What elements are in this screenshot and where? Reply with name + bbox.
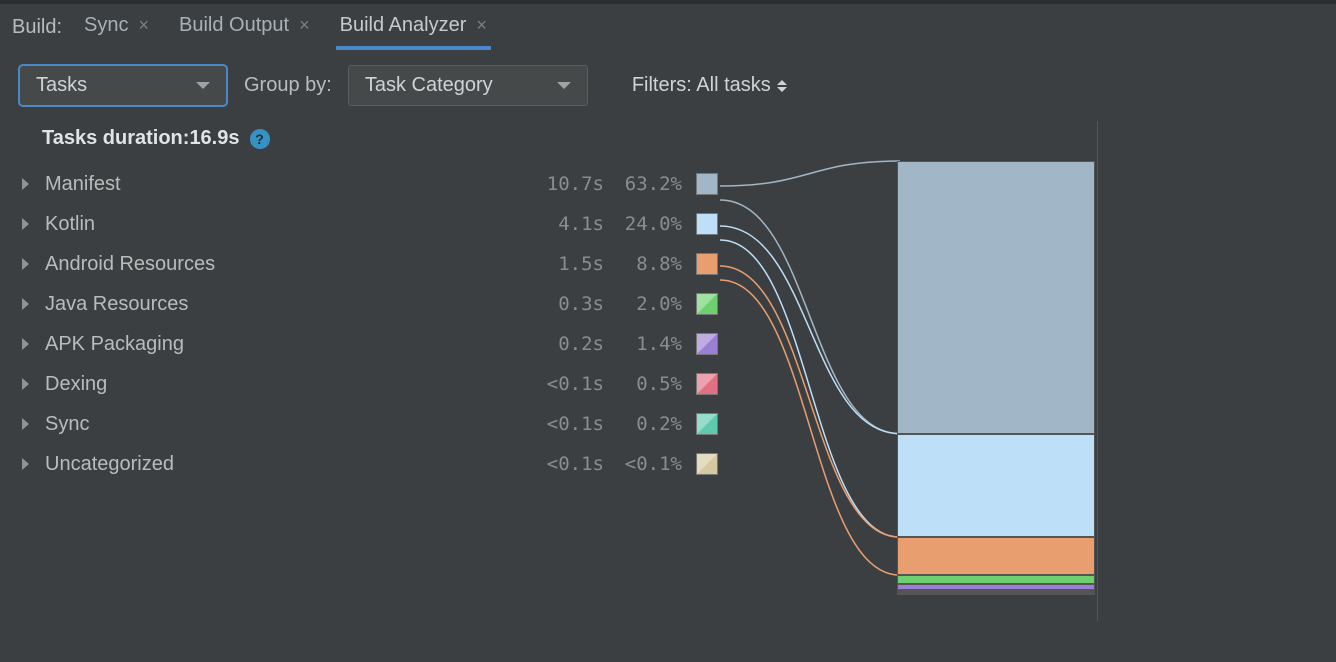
chevron-right-icon[interactable] xyxy=(22,298,29,310)
stack-segment xyxy=(897,537,1095,575)
task-row[interactable]: Kotlin4.1s24.0% xyxy=(18,204,718,244)
task-percent: 24.0% xyxy=(604,213,682,235)
view-dropdown[interactable]: Tasks xyxy=(18,64,228,107)
task-name: Kotlin xyxy=(45,213,528,236)
task-duration: 0.2s xyxy=(528,333,604,355)
chevron-right-icon[interactable] xyxy=(22,378,29,390)
help-icon[interactable]: ? xyxy=(250,129,270,149)
view-dropdown-label: Tasks xyxy=(36,74,87,97)
color-swatch xyxy=(696,253,718,275)
chevron-right-icon[interactable] xyxy=(22,178,29,190)
task-name: Sync xyxy=(45,413,528,436)
connector-line xyxy=(720,161,900,434)
task-duration: 10.7s xyxy=(528,173,604,195)
tab-sync[interactable]: Sync × xyxy=(80,4,153,50)
color-swatch xyxy=(696,453,718,475)
group-by-dropdown[interactable]: Task Category xyxy=(348,65,588,106)
tab-label: Sync xyxy=(84,14,128,37)
stacked-bar xyxy=(897,161,1095,593)
task-percent: 1.4% xyxy=(604,333,682,355)
color-swatch xyxy=(696,333,718,355)
chevron-right-icon[interactable] xyxy=(22,258,29,270)
tab-build-analyzer[interactable]: Build Analyzer × xyxy=(336,4,491,50)
task-name: Uncategorized xyxy=(45,453,528,476)
tabs-bar: Build: Sync × Build Output × Build Analyzer × xyxy=(0,0,1336,50)
task-row[interactable]: Sync<0.1s0.2% xyxy=(18,404,718,444)
chevron-right-icon[interactable] xyxy=(22,218,29,230)
color-swatch xyxy=(696,173,718,195)
stack-segment xyxy=(897,161,1095,434)
close-icon[interactable]: × xyxy=(299,15,310,36)
task-duration: 4.1s xyxy=(528,213,604,235)
color-swatch xyxy=(696,373,718,395)
task-duration: 1.5s xyxy=(528,253,604,275)
chevron-down-icon xyxy=(196,82,210,89)
task-percent: <0.1% xyxy=(604,453,682,475)
color-swatch xyxy=(696,213,718,235)
stack-segment xyxy=(897,593,1095,595)
color-swatch xyxy=(696,293,718,315)
close-icon[interactable]: × xyxy=(476,15,487,36)
main-panel: Tasks duration: 16.9s ? Manifest10.7s63.… xyxy=(0,121,1336,621)
tab-label: Build Analyzer xyxy=(340,14,467,37)
task-name: Android Resources xyxy=(45,253,528,276)
task-list: Manifest10.7s63.2%Kotlin4.1s24.0%Android… xyxy=(18,164,718,484)
chevron-right-icon[interactable] xyxy=(22,418,29,430)
task-row[interactable]: Uncategorized<0.1s<0.1% xyxy=(18,444,718,484)
task-name: Dexing xyxy=(45,373,528,396)
chevron-right-icon[interactable] xyxy=(22,338,29,350)
toolbar: Tasks Group by: Task Category Filters: A… xyxy=(0,50,1336,121)
task-name: APK Packaging xyxy=(45,333,528,356)
duration-total: 16.9s xyxy=(189,127,239,150)
group-by-dropdown-label: Task Category xyxy=(365,74,493,97)
chevron-right-icon[interactable] xyxy=(22,458,29,470)
chart-panel xyxy=(718,121,1098,621)
task-percent: 0.2% xyxy=(604,413,682,435)
task-percent: 2.0% xyxy=(604,293,682,315)
task-percent: 63.2% xyxy=(604,173,682,195)
task-row[interactable]: Dexing<0.1s0.5% xyxy=(18,364,718,404)
task-name: Java Resources xyxy=(45,293,528,316)
task-duration: <0.1s xyxy=(528,373,604,395)
tab-label: Build Output xyxy=(179,14,289,37)
tasks-panel: Tasks duration: 16.9s ? Manifest10.7s63.… xyxy=(18,121,718,621)
task-percent: 0.5% xyxy=(604,373,682,395)
task-percent: 8.8% xyxy=(604,253,682,275)
sort-icon xyxy=(777,80,787,92)
close-icon[interactable]: × xyxy=(139,15,150,36)
connector-line xyxy=(720,226,900,537)
stack-segment xyxy=(897,434,1095,538)
duration-title-prefix: Tasks duration: xyxy=(42,127,189,150)
connector-line xyxy=(720,266,900,575)
filters-label: Filters: All tasks xyxy=(632,74,771,97)
task-row[interactable]: Java Resources0.3s2.0% xyxy=(18,284,718,324)
task-row[interactable]: Manifest10.7s63.2% xyxy=(18,164,718,204)
group-by-label: Group by: xyxy=(244,74,332,97)
color-swatch xyxy=(696,413,718,435)
tasks-duration-header: Tasks duration: 16.9s ? xyxy=(18,121,718,164)
filters-dropdown[interactable]: Filters: All tasks xyxy=(632,74,787,97)
task-duration: <0.1s xyxy=(528,453,604,475)
chevron-down-icon xyxy=(557,82,571,89)
task-duration: <0.1s xyxy=(528,413,604,435)
task-row[interactable]: Android Resources1.5s8.8% xyxy=(18,244,718,284)
task-row[interactable]: APK Packaging0.2s1.4% xyxy=(18,324,718,364)
build-label: Build: xyxy=(12,16,62,39)
tab-build-output[interactable]: Build Output × xyxy=(175,4,314,50)
stack-segment xyxy=(897,575,1095,584)
task-name: Manifest xyxy=(45,173,528,196)
task-duration: 0.3s xyxy=(528,293,604,315)
